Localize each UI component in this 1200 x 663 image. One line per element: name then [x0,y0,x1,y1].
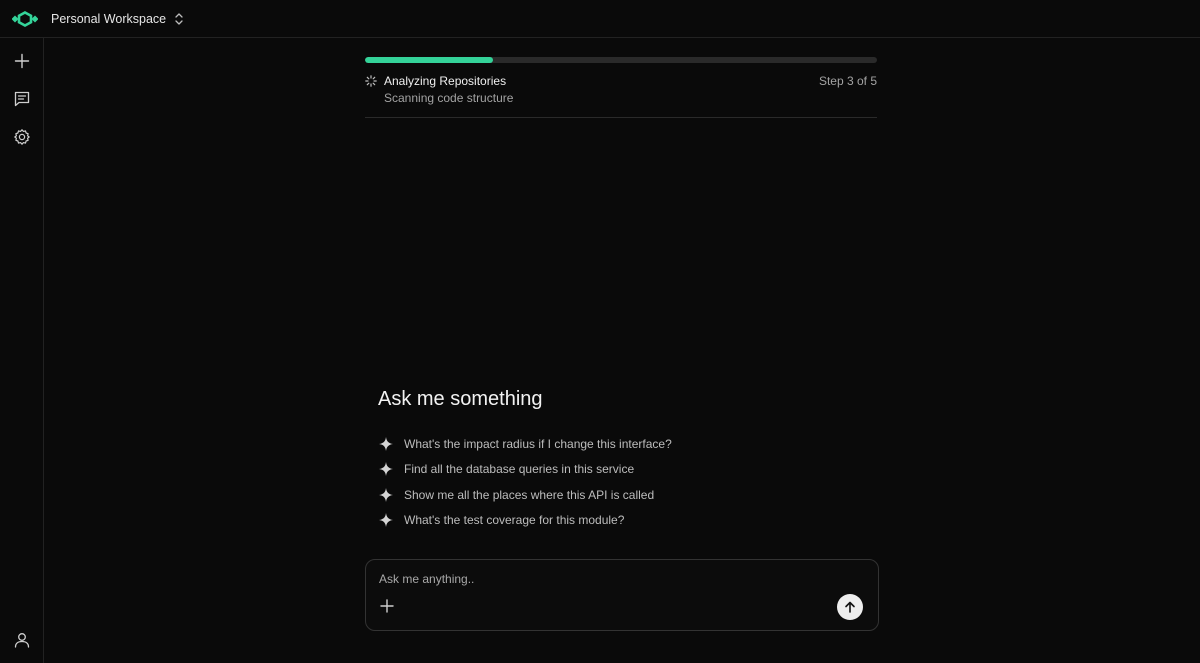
ask-heading: Ask me something [378,388,543,410]
divider [365,117,877,118]
suggestion-item[interactable]: Show me all the places where this API is… [378,482,878,508]
send-button[interactable] [837,594,863,620]
sparkle-icon [379,462,393,477]
plus-icon [14,53,30,69]
new-chat-button[interactable] [11,50,33,72]
sparkle-icon [379,436,393,451]
workspace-switcher[interactable]: Personal Workspace [51,0,184,38]
arrow-up-icon [845,601,855,613]
spinner-icon [365,75,377,87]
sparkle-icon [379,513,393,528]
suggestion-label: What's the impact radius if I change thi… [404,436,672,451]
suggestion-label: Show me all the places where this API is… [404,487,655,502]
settings-button[interactable] [11,126,33,148]
sidebar [0,38,44,663]
chevron-up-down-icon [175,13,183,25]
chats-button[interactable] [11,88,33,110]
message-composer [365,559,879,631]
step-counter: Step 3 of 5 [818,74,877,88]
attach-plus-icon[interactable] [379,598,395,614]
suggestion-label: Find all the database queries in this se… [404,462,635,477]
suggestion-list: What's the impact radius if I change thi… [378,431,878,533]
user-icon [14,633,30,648]
gear-icon [14,129,30,145]
status-subtitle: Scanning code structure [384,91,514,105]
workspace-name: Personal Workspace [51,12,167,26]
status-title: Analyzing Repositories [384,74,507,88]
progress-bar [365,57,877,63]
progress-fill [365,57,493,63]
suggestion-item[interactable]: Find all the database queries in this se… [378,457,878,483]
app-root: Personal Workspace Analyzing Repositorie… [0,0,1200,663]
top-bar: Personal Workspace [0,0,1200,38]
logo-icon [12,11,38,27]
message-input[interactable] [377,569,821,589]
progress-status: Analyzing Repositories Scanning code str… [365,74,877,106]
sparkle-icon [379,487,393,502]
suggestion-label: What's the test coverage for this module… [404,513,625,528]
suggestion-item[interactable]: What's the test coverage for this module… [378,508,878,534]
chat-icon [14,91,30,107]
suggestion-item[interactable]: What's the impact radius if I change thi… [378,431,878,457]
profile-button[interactable] [11,629,33,651]
